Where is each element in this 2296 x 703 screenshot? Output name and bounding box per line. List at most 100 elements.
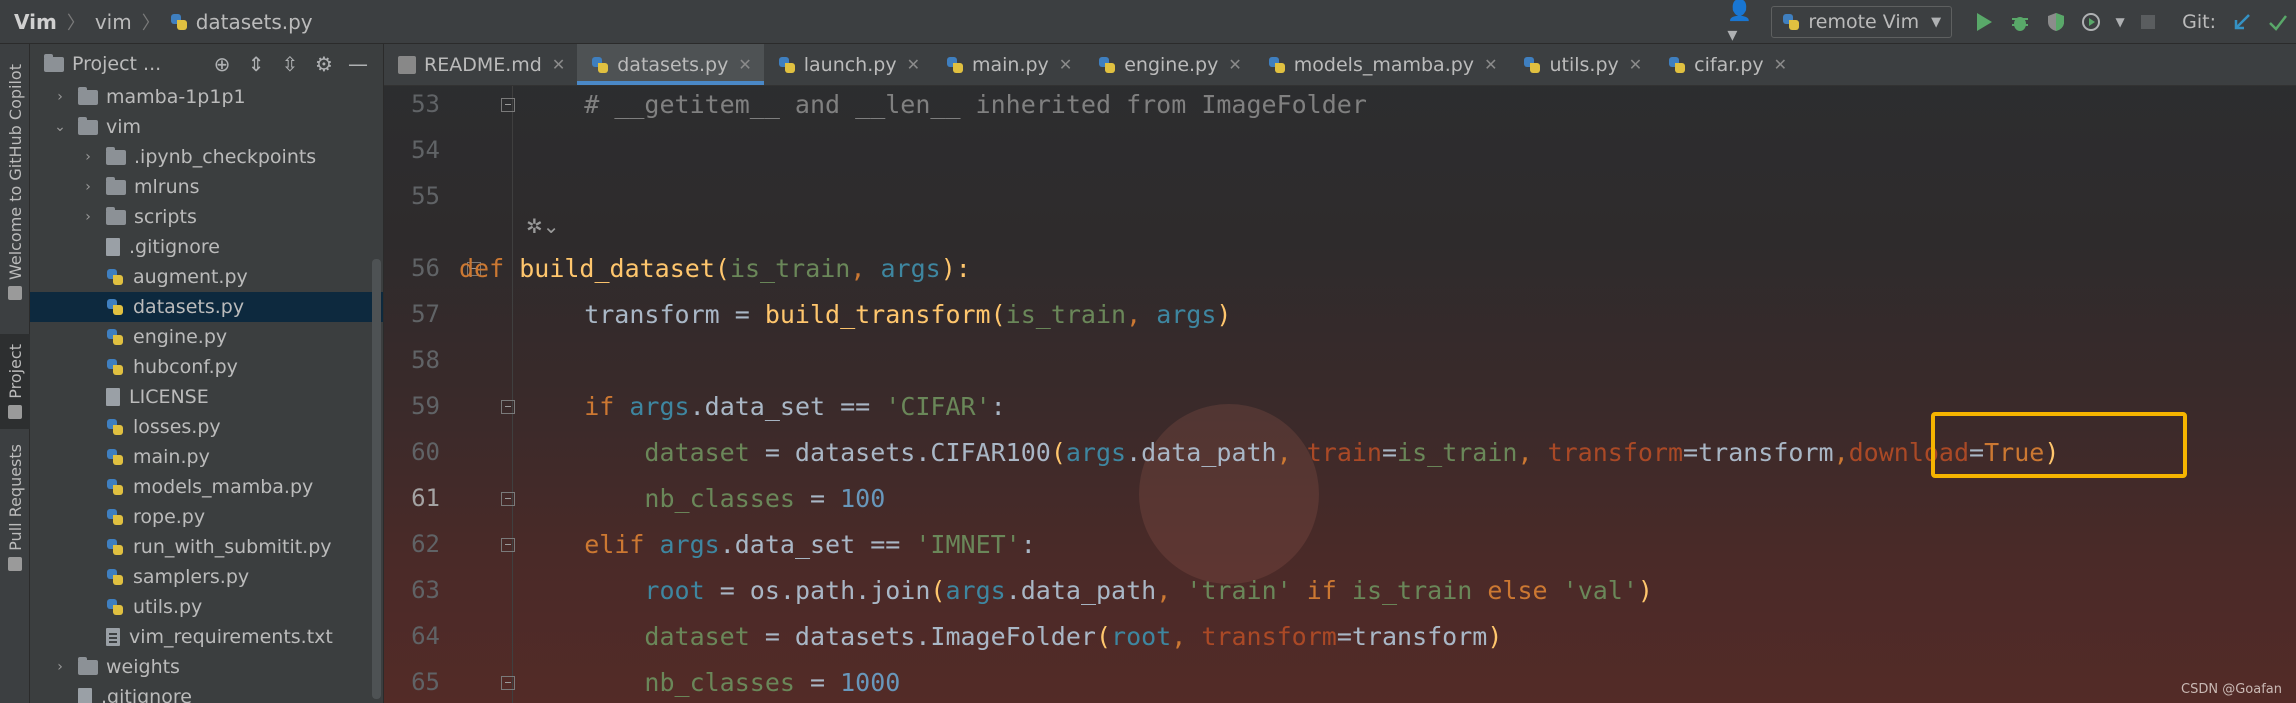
toolwindow-project[interactable]: Project <box>0 334 30 429</box>
code-line[interactable]: root = os.path.join(args.data_path, 'tra… <box>524 568 1653 614</box>
run-button[interactable] <box>1966 4 2002 40</box>
chevron-right-icon[interactable]: › <box>80 149 96 165</box>
code-token: ( <box>1050 438 1066 467</box>
chevron-right-icon[interactable]: › <box>52 89 68 105</box>
tree-item[interactable]: vim_requirements.txt <box>30 622 383 652</box>
fold-marker-icon[interactable] <box>501 676 515 690</box>
git-commit-button[interactable] <box>2260 4 2296 40</box>
chevron-right-icon[interactable]: › <box>80 209 96 225</box>
fold-marker-icon[interactable] <box>501 492 515 506</box>
code-line[interactable]: elif args.data_set == 'IMNET': <box>524 522 1036 568</box>
close-icon[interactable]: ✕ <box>1774 55 1787 74</box>
tree-item[interactable]: augment.py <box>30 262 383 292</box>
file-icon <box>106 238 120 256</box>
code-token: 'train' <box>1186 576 1292 605</box>
close-icon[interactable]: ✕ <box>1059 55 1072 74</box>
tree-item[interactable]: › mamba-1p1p1 <box>30 82 383 112</box>
code-line[interactable]: nb_classes = 100 <box>524 476 885 522</box>
close-icon[interactable]: ✕ <box>1629 55 1642 74</box>
code-line[interactable]: if args.data_set == 'CIFAR': <box>524 384 1005 430</box>
chevron-down-icon[interactable]: ⌄ <box>52 119 68 135</box>
code-token: is_train <box>1005 300 1127 329</box>
gear-icon[interactable]: ⚙ <box>307 52 341 76</box>
code-token: if <box>1291 576 1352 605</box>
tab-cifar-py[interactable]: cifar.py ✕ <box>1654 44 1799 85</box>
close-icon[interactable]: ✕ <box>552 55 565 74</box>
project-scrollbar[interactable] <box>372 259 381 699</box>
fold-marker-icon[interactable] <box>501 98 515 112</box>
tree-item[interactable]: › scripts <box>30 202 383 232</box>
tab-label: README.md <box>424 53 542 76</box>
tree-item[interactable]: utils.py <box>30 592 383 622</box>
fold-marker-icon[interactable] <box>501 400 515 414</box>
tree-item[interactable]: engine.py <box>30 322 383 352</box>
tree-item[interactable]: rope.py <box>30 502 383 532</box>
ai-hint-icon[interactable]: ✲⌄ <box>526 214 560 238</box>
close-icon[interactable]: ✕ <box>738 55 751 74</box>
code-token: 'val' <box>1562 576 1638 605</box>
tree-item[interactable]: ⌄ vim <box>30 112 383 142</box>
project-view-selector[interactable]: Project ... <box>72 53 161 75</box>
tree-item[interactable]: main.py <box>30 442 383 472</box>
more-run-options-button[interactable]: ▼ <box>2110 4 2130 40</box>
git-update-button[interactable] <box>2224 4 2260 40</box>
code-line[interactable]: dataset = datasets.ImageFolder(root, tra… <box>524 614 1502 660</box>
tree-item[interactable]: .gitignore <box>30 232 383 262</box>
tab-readme-md[interactable]: README.md ✕ <box>384 44 577 85</box>
coverage-button[interactable] <box>2038 4 2074 40</box>
tree-item[interactable]: hubconf.py <box>30 352 383 382</box>
collapse-all-icon[interactable]: ⇳ <box>273 52 307 76</box>
tab-utils-py[interactable]: utils.py ✕ <box>1509 44 1654 85</box>
fold-marker-icon[interactable] <box>501 538 515 552</box>
tab-engine-py[interactable]: engine.py ✕ <box>1084 44 1254 85</box>
run-configuration-select[interactable]: remote Vim ▼ <box>1771 6 1953 38</box>
tree-item[interactable]: LICENSE <box>30 382 383 412</box>
breadcrumb-file[interactable]: datasets.py <box>196 10 313 34</box>
tree-item[interactable]: › mlruns <box>30 172 383 202</box>
tree-item[interactable]: › weights <box>30 652 383 682</box>
tree-item-label: scripts <box>134 206 197 228</box>
python-file-icon <box>106 268 124 286</box>
tab-datasets-py[interactable]: datasets.py ✕ <box>577 44 765 85</box>
toolwindow-pull-requests[interactable]: Pull Requests <box>0 444 30 571</box>
code-token: , <box>1276 438 1307 467</box>
code-line[interactable]: transform = build_transform(is_train, ar… <box>524 292 1231 338</box>
tab-launch-py[interactable]: launch.py ✕ <box>764 44 932 85</box>
code-line[interactable]: # __getitem__ and __len__ inherited from… <box>524 82 1367 128</box>
tree-item[interactable]: datasets.py <box>30 292 383 322</box>
tree-item[interactable]: .gitignore <box>30 682 383 703</box>
tab-main-py[interactable]: main.py ✕ <box>932 44 1084 85</box>
close-icon[interactable]: ✕ <box>907 55 920 74</box>
debug-button[interactable] <box>2002 4 2038 40</box>
tree-item[interactable]: run_with_submitit.py <box>30 532 383 562</box>
code-token: 1000 <box>840 668 901 697</box>
profile-button[interactable] <box>2074 4 2110 40</box>
code-line[interactable]: nb_classes = 1000 <box>524 660 900 703</box>
project-header: Project ... ⊕ ⇕ ⇳ ⚙ — <box>30 44 383 84</box>
chevron-right-icon[interactable]: › <box>52 659 68 675</box>
toolwindow-copilot[interactable]: Welcome to GitHub Copilot <box>0 64 30 301</box>
close-icon[interactable]: ✕ <box>1228 55 1241 74</box>
locate-file-icon[interactable]: ⊕ <box>205 52 239 76</box>
watermark: CSDN @Goafan <box>2181 682 2282 697</box>
tree-item[interactable]: samplers.py <box>30 562 383 592</box>
tab-label: engine.py <box>1124 53 1219 76</box>
folder-icon <box>106 176 126 195</box>
hide-icon[interactable]: — <box>341 52 375 76</box>
toolwindow-copilot-label: Welcome to GitHub Copilot <box>5 64 25 281</box>
code-line[interactable]: def build_dataset(is_train, args): <box>459 246 971 292</box>
tab-models_mamba-py[interactable]: models_mamba.py ✕ <box>1254 44 1510 85</box>
tree-item[interactable]: › .ipynb_checkpoints <box>30 142 383 172</box>
tree-item[interactable]: models_mamba.py <box>30 472 383 502</box>
git-label: Git: <box>2182 11 2216 33</box>
code-line[interactable]: dataset = datasets.CIFAR100(args.data_pa… <box>524 430 2059 476</box>
chevron-right-icon[interactable]: › <box>80 179 96 195</box>
breadcrumb-folder[interactable]: vim <box>95 10 132 34</box>
stop-button[interactable] <box>2130 4 2166 40</box>
breadcrumb-project[interactable]: Vim <box>14 10 57 34</box>
expand-all-icon[interactable]: ⇕ <box>239 52 273 76</box>
tree-item[interactable]: losses.py <box>30 412 383 442</box>
user-icon[interactable]: 👤▾ <box>1727 0 1761 46</box>
close-icon[interactable]: ✕ <box>1484 55 1497 74</box>
